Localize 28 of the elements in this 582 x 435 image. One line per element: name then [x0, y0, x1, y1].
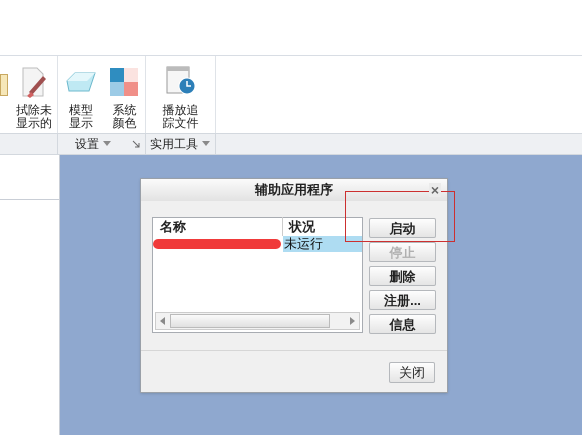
dialog-title: 辅助应用程序 — [255, 181, 333, 200]
scroll-right-icon[interactable] — [348, 317, 356, 325]
list-item[interactable]: 未运行 — [283, 236, 362, 252]
close-button[interactable]: × — [428, 183, 441, 197]
ribbon-button-label[interactable]: 显示的 — [16, 117, 52, 130]
ribbon-button-label[interactable]: 颜色 — [112, 117, 136, 130]
dialog-button[interactable]: 启动 — [369, 218, 436, 238]
ribbon-button-label[interactable]: 拭除未 — [16, 104, 52, 117]
color-squares-icon — [110, 68, 138, 96]
dialog-launcher-icon[interactable] — [132, 140, 141, 148]
document-clock-icon — [164, 66, 196, 96]
close-dialog-button[interactable]: 关闭 — [389, 362, 435, 383]
ribbon-button-label[interactable]: 模型 — [68, 104, 93, 117]
column-header[interactable]: 状况 — [283, 216, 315, 236]
dialog-button[interactable]: 注册... — [369, 290, 436, 310]
dialog-button[interactable]: 删除 — [369, 266, 436, 286]
group-menu[interactable]: 实用工具 — [150, 135, 198, 153]
horizontal-scrollbar[interactable] — [155, 312, 360, 330]
ribbon-button-label[interactable]: 显示 — [68, 117, 93, 130]
dropdown-arrow-icon[interactable] — [202, 140, 210, 148]
scroll-left-icon[interactable] — [159, 317, 167, 325]
column-header[interactable]: 名称 — [153, 216, 283, 236]
ribbon-button-label[interactable]: 系统 — [112, 104, 136, 117]
dialog-button[interactable]: 信息 — [369, 314, 436, 334]
dropdown-arrow-icon[interactable] — [103, 140, 111, 148]
ribbon-button-label[interactable]: 踪文件 — [162, 117, 198, 130]
ribbon-button-label[interactable]: 播放追 — [162, 104, 198, 117]
group-menu[interactable]: 设置 — [75, 135, 99, 153]
